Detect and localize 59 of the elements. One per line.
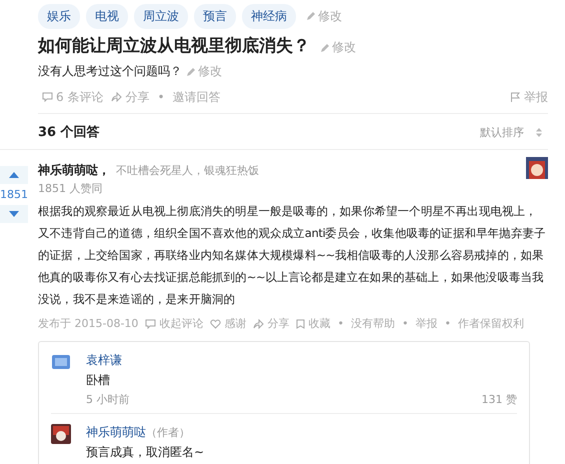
topic-tag[interactable]: 电视 [86, 4, 128, 28]
comment-text: 预言成真，取消匿名~ [86, 444, 206, 461]
comment-text: 卧槽 [86, 372, 111, 389]
author-bio: 不吐槽会死星人，银魂狂热饭 [116, 162, 259, 178]
author-tag: （作者） [146, 425, 190, 440]
commenter-name[interactable]: 神乐萌萌哒 [86, 424, 146, 441]
heart-link[interactable]: 感谢 [210, 316, 246, 331]
question-title: 如何能让周立波从电视里彻底消失？ [38, 35, 310, 57]
avatar [526, 157, 548, 179]
comments-link[interactable]: 6 条评论 [42, 88, 104, 106]
avatar [51, 352, 71, 372]
likes-count: 1851 人赞同 [38, 181, 104, 196]
edit-link[interactable]: 修改 [186, 63, 222, 80]
topic-tag[interactable]: 娱乐 [38, 4, 80, 28]
topic-tag[interactable]: 周立波 [134, 4, 188, 28]
topic-tag[interactable]: 神经病 [242, 4, 296, 28]
meta-link[interactable]: 举报 [415, 316, 438, 331]
answer-text: 根据我的观察最近从电视上彻底消失的明星一般是吸毒的，如果你希望一个明星不再出现电视上，又不违背自己的道德，组织全国不喜欢他的观众成立anti委员会，收集他吸毒的证据和早年抛弃妻子的证据，上交给国家，再联络业内知名媒体大规模爆料~~我相信吸毒的人没那么容易戒掉的，如果他真的吸毒你又有心去找证据总能抓到的~~以上言论都是建立在如果的基础上，如果他没吸毒当我没说，我不是来造谣的，是来开脑洞的 [38, 203, 547, 308]
bookmark-icon [296, 318, 306, 328]
commenter-name[interactable]: 袁梓谦 [86, 352, 122, 369]
comment-link[interactable]: 收起评论 [145, 316, 204, 331]
bookmark-link[interactable]: 收藏 [296, 316, 330, 331]
downvote-button[interactable] [0, 205, 28, 223]
flag-icon [510, 92, 521, 102]
share-link[interactable]: 分享 [253, 316, 290, 331]
down-arrow-icon [9, 211, 19, 217]
sort-icon [536, 128, 542, 136]
upvote-button[interactable] [0, 166, 28, 184]
comment-icon [145, 318, 156, 328]
meta-link[interactable]: 作者保留权利 [458, 316, 524, 331]
separator-dot: • [337, 317, 344, 330]
share-link[interactable]: 分享 [111, 88, 150, 106]
question-detail: 没有人思考过这个问题吗？ [38, 63, 182, 80]
edit-link[interactable]: 修改 [306, 8, 342, 24]
meta-link[interactable]: 发布于 2015-08-10 [38, 316, 138, 331]
pencil-icon [320, 42, 330, 52]
comment-time: 5 小时前 [86, 392, 130, 407]
separator-dot: • [157, 90, 165, 104]
separator-dot: • [444, 317, 451, 330]
report-link[interactable]: 举报 [510, 88, 548, 106]
like-count[interactable]: 131 赞 [482, 392, 517, 407]
author-name[interactable]: 神乐萌萌哒 [38, 162, 98, 178]
vote-count: 1851 [0, 188, 28, 201]
topic-tag[interactable]: 预言 [194, 4, 236, 28]
pencil-icon [306, 11, 316, 21]
pencil-icon [186, 66, 196, 76]
answer-count: 36 个回答 [38, 124, 100, 141]
comma: ， [98, 162, 110, 178]
up-arrow-icon [9, 172, 19, 178]
edit-link[interactable]: 修改 [320, 39, 356, 56]
sort-dropdown[interactable]: 默认排序 [480, 124, 542, 140]
share-icon [253, 318, 264, 328]
separator-dot: • [402, 317, 408, 330]
comment-icon [42, 92, 53, 102]
invite-link[interactable]: 邀请回答 [172, 88, 221, 106]
meta-link[interactable]: 没有帮助 [350, 316, 395, 331]
avatar [51, 424, 71, 444]
heart-icon [210, 318, 222, 328]
share-icon [111, 92, 122, 102]
